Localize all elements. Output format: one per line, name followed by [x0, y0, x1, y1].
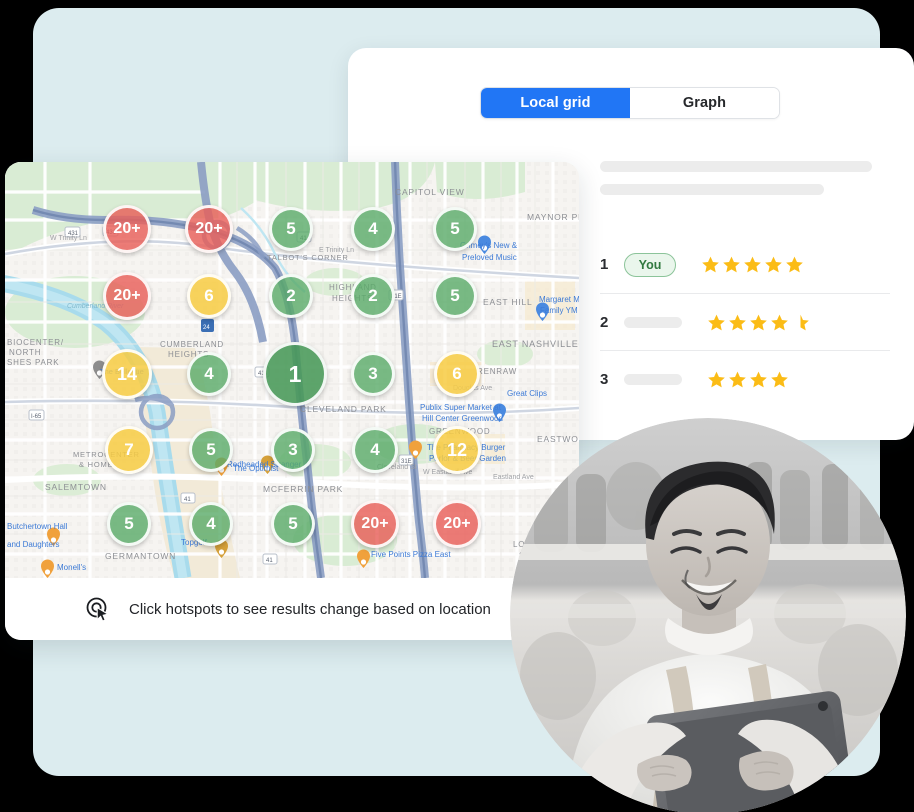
star-icon: [765, 256, 782, 273]
rating-stars: [701, 255, 804, 274]
map-hotspot-pin[interactable]: 12: [433, 426, 481, 474]
map-hotspot-pin[interactable]: 4: [352, 427, 398, 473]
map-caption-text: Click hotspots to see results change bas…: [129, 600, 491, 618]
rank-position: 1: [600, 256, 609, 273]
rank-position: 2: [600, 313, 609, 331]
map-hotspot-pin[interactable]: 4: [189, 502, 233, 546]
map-hotspot-pin[interactable]: 20+: [433, 500, 481, 548]
map-hotspot-pin[interactable]: 5: [189, 428, 233, 472]
ranking-row[interactable]: 1 You: [600, 236, 890, 293]
skeleton-line-2: [600, 184, 824, 195]
star-icon: [750, 371, 767, 387]
map-canvas[interactable]: 431 431 41 31E 41 I-65 24 31E 41 41: [5, 162, 579, 578]
star-icon: [729, 371, 746, 387]
star-icon: [786, 256, 803, 273]
ranking-row[interactable]: 2: [600, 293, 890, 350]
owner-portrait-photo: [510, 418, 906, 812]
map-hotspot-pin[interactable]: 6: [187, 274, 231, 318]
click-target-cursor-icon: [86, 597, 110, 622]
map-hotspot-pin[interactable]: 5: [107, 502, 151, 546]
star-icon: [750, 314, 767, 330]
map-hotspot-pin[interactable]: 3: [271, 428, 315, 472]
ranking-row[interactable]: 3: [600, 350, 890, 407]
screenshot-root: { "colors": { "backdrop": "#dcecef", "ac…: [0, 0, 914, 812]
map-hotspot-pin[interactable]: 20+: [351, 500, 399, 548]
map-hotspot-pin[interactable]: 6: [434, 351, 480, 397]
skeleton-line-1: [600, 161, 872, 172]
rank-position: 3: [600, 370, 609, 388]
map-hotspot-pin[interactable]: 20+: [103, 272, 151, 320]
map-hotspot-pin[interactable]: 20+: [185, 205, 233, 253]
star-icon: [744, 256, 761, 273]
star-icon: [771, 314, 788, 330]
rating-stars: [707, 370, 789, 389]
portrait-graphic: [510, 418, 906, 812]
map-hotspot-pin[interactable]: 20+: [103, 205, 151, 253]
star-icon: [723, 256, 740, 273]
map-hotspot-pin[interactable]: 7: [105, 426, 153, 474]
you-badge: You: [624, 252, 676, 277]
star-icon: [708, 314, 725, 330]
star-icon: [729, 314, 746, 330]
map-hotspot-pin[interactable]: 3: [351, 352, 395, 396]
map-hotspot-pin[interactable]: 5: [269, 207, 313, 251]
map-hotspot-pin[interactable]: 4: [351, 207, 395, 251]
star-icon: [702, 256, 719, 273]
map-card: 431 431 41 31E 41 I-65 24 31E 41 41: [5, 162, 579, 640]
map-hotspot-pin[interactable]: 5: [433, 274, 477, 318]
tab-local-grid[interactable]: Local grid: [481, 88, 630, 118]
hotspot-pin-layer[interactable]: 20+ 20+ 5 4 5 20+ 6 2 2 5 14 4 1 3 6 7 5 3 4 12 5 4 5 20+ 20+: [5, 162, 579, 578]
map-hotspot-pin[interactable]: 5: [271, 502, 315, 546]
star-icon: [708, 371, 725, 387]
map-hotspot-pin[interactable]: 2: [351, 274, 395, 318]
ranking-list: 1 You 2 3: [600, 236, 890, 407]
rating-stars: [707, 313, 810, 332]
map-hotspot-pin[interactable]: 2: [269, 274, 313, 318]
star-icon: [771, 371, 788, 387]
star-half-icon: [800, 314, 809, 330]
view-toggle-group[interactable]: Local grid Graph: [480, 87, 780, 119]
map-hotspot-pin[interactable]: 1: [263, 342, 327, 406]
competitor-name-placeholder: [624, 316, 682, 328]
competitor-name-placeholder: [624, 373, 682, 385]
map-hotspot-pin[interactable]: 14: [102, 349, 152, 399]
map-hotspot-pin[interactable]: 4: [187, 352, 231, 396]
tab-graph[interactable]: Graph: [630, 88, 779, 118]
map-caption-bar: Click hotspots to see results change bas…: [5, 578, 579, 640]
map-hotspot-pin[interactable]: 5: [433, 207, 477, 251]
